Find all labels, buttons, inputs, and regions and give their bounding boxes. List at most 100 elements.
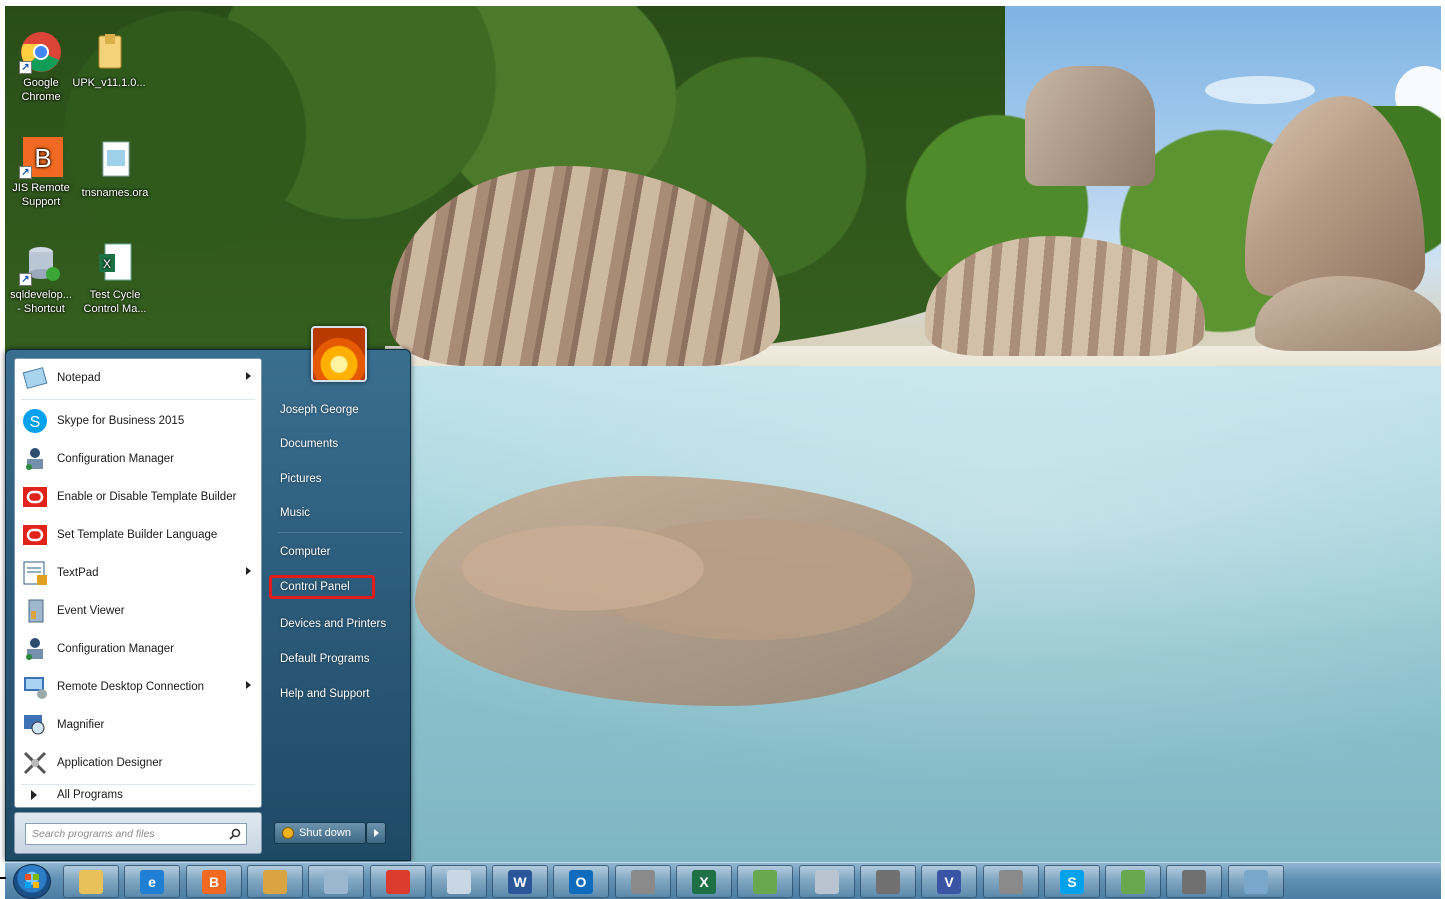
window-taskbar-button[interactable]	[1228, 865, 1284, 898]
sql2-taskbar-button[interactable]	[1105, 865, 1161, 898]
triangle-right-icon	[31, 790, 37, 800]
app-designer-icon	[19, 747, 51, 779]
window-icon	[1244, 869, 1268, 894]
remote-icon	[324, 869, 348, 894]
user-picture[interactable]	[311, 326, 367, 382]
windows-logo-icon	[25, 874, 39, 888]
explorer-icon	[79, 869, 103, 894]
sql-taskbar-button[interactable]	[737, 865, 793, 898]
program-item[interactable]: Set Template Builder Language	[15, 516, 261, 554]
lock-taskbar-button[interactable]	[247, 865, 303, 898]
devices-printers-link[interactable]: Devices and Printers	[274, 612, 402, 636]
ie-taskbar-button[interactable]: e	[124, 865, 180, 898]
desktop-icon-chrome[interactable]: ↗ Google Chrome	[4, 30, 78, 104]
word-taskbar-button[interactable]: W	[492, 865, 548, 898]
folder-icon	[87, 30, 131, 74]
program-item[interactable]: TextPad	[15, 554, 261, 592]
program-label: Configuration Manager	[57, 643, 174, 655]
skype-taskbar-button[interactable]: S	[1044, 865, 1100, 898]
skype-icon: S	[1060, 869, 1084, 894]
snipping-icon	[447, 869, 471, 894]
event-viewer-icon	[19, 595, 51, 627]
program-item[interactable]: Configuration Manager	[15, 630, 261, 668]
program-item[interactable]: Notepad	[15, 359, 261, 397]
search-icon	[229, 828, 241, 840]
start-menu-places-pane: Joseph George Documents Pictures Music C…	[269, 326, 410, 862]
app2-taskbar-button[interactable]	[1166, 865, 1222, 898]
documents-link[interactable]: Documents	[274, 432, 402, 456]
jis-taskbar-button[interactable]: B	[186, 865, 242, 898]
tools2-taskbar-button[interactable]	[983, 865, 1039, 898]
app-taskbar-button[interactable]	[860, 865, 916, 898]
app-icon	[876, 869, 900, 894]
config-manager-icon	[19, 443, 51, 475]
submenu-arrow-icon[interactable]	[246, 681, 251, 689]
desktop-icon-upk-folder[interactable]: UPK_v11.1.0...	[72, 30, 146, 90]
desktop-icon-tnsnames[interactable]: tnsnames.ora	[78, 140, 152, 200]
search-input[interactable]: Search programs and files	[25, 823, 247, 845]
shut-down-button[interactable]: Shut down	[274, 822, 366, 844]
config-manager-icon	[19, 633, 51, 665]
program-item[interactable]: Magnifier	[15, 706, 261, 744]
calculator-icon	[815, 869, 839, 894]
pictures-link[interactable]: Pictures	[274, 467, 402, 491]
chrome-icon	[386, 869, 410, 894]
magnifier-icon	[19, 709, 51, 741]
desktop-icon-jis-remote[interactable]: B ↗ JIS Remote Support	[4, 135, 78, 209]
tools-taskbar-button[interactable]	[615, 865, 671, 898]
program-label: Event Viewer	[57, 605, 125, 617]
program-item[interactable]: Event Viewer	[15, 592, 261, 630]
program-item[interactable]: Enable or Disable Template Builder	[15, 478, 261, 516]
program-label: Enable or Disable Template Builder	[57, 491, 237, 503]
program-label: Skype for Business 2015	[57, 415, 185, 427]
jis-icon: B	[202, 869, 226, 894]
shut-down-options-button[interactable]	[366, 822, 386, 844]
program-label: Remote Desktop Connection	[57, 681, 205, 693]
program-item[interactable]: S Skype for Business 2015	[15, 402, 261, 440]
submenu-arrow-icon[interactable]	[246, 372, 251, 380]
control-panel-link[interactable]: Control Panel	[269, 575, 375, 599]
program-label: Set Template Builder Language	[57, 529, 218, 541]
taskbar: eBWOXVS	[5, 862, 1441, 899]
remote-taskbar-button[interactable]	[308, 865, 364, 898]
chrome-icon: ↗	[19, 30, 63, 74]
textpad-icon	[19, 557, 51, 589]
tools2-icon	[999, 869, 1023, 894]
snipping-taskbar-button[interactable]	[431, 865, 487, 898]
computer-link[interactable]: Computer	[274, 540, 402, 564]
shield-icon	[282, 827, 294, 839]
default-programs-link[interactable]: Default Programs	[274, 647, 402, 671]
svg-text:S: S	[30, 414, 41, 431]
help-support-link[interactable]: Help and Support	[274, 682, 402, 706]
visio-taskbar-button[interactable]: V	[921, 865, 977, 898]
svg-text:X: X	[103, 257, 111, 271]
all-programs-button[interactable]: All Programs	[21, 783, 257, 807]
program-label: Notepad	[57, 372, 101, 384]
program-label: TextPad	[57, 567, 99, 579]
program-item[interactable]: Application Designer	[15, 744, 261, 782]
user-name-link[interactable]: Joseph George	[274, 398, 402, 422]
outlook-icon: O	[569, 869, 593, 894]
program-item[interactable]: Configuration Manager	[15, 440, 261, 478]
program-item[interactable]: Remote Desktop Connection	[15, 668, 261, 706]
music-link[interactable]: Music	[274, 501, 402, 525]
chrome-taskbar-button[interactable]	[370, 865, 426, 898]
jis-remote-icon: B ↗	[19, 135, 63, 179]
excel-taskbar-button[interactable]: X	[676, 865, 732, 898]
svg-text:B: B	[34, 143, 51, 173]
sqldeveloper-icon: ↗	[19, 242, 63, 286]
tnsnames-icon	[93, 140, 137, 184]
sql-icon	[753, 869, 777, 894]
submenu-arrow-icon[interactable]	[246, 567, 251, 575]
outlook-taskbar-button[interactable]: O	[553, 865, 609, 898]
desktop-icon-sqldeveloper[interactable]: ↗ sqldevelop... - Shortcut	[4, 242, 78, 316]
ie-icon: e	[140, 869, 164, 894]
word-icon: W	[508, 869, 532, 894]
explorer-taskbar-button[interactable]	[63, 865, 119, 898]
desktop-icon-test-cycle[interactable]: X Test Cycle Control Ma...	[78, 242, 152, 316]
sql2-icon	[1121, 869, 1145, 894]
start-button[interactable]	[13, 864, 51, 899]
lock-icon	[263, 869, 287, 894]
calculator-taskbar-button[interactable]	[799, 865, 855, 898]
start-menu-programs-pane: Notepad S Skype for Business 2015 Configura…	[14, 358, 262, 808]
